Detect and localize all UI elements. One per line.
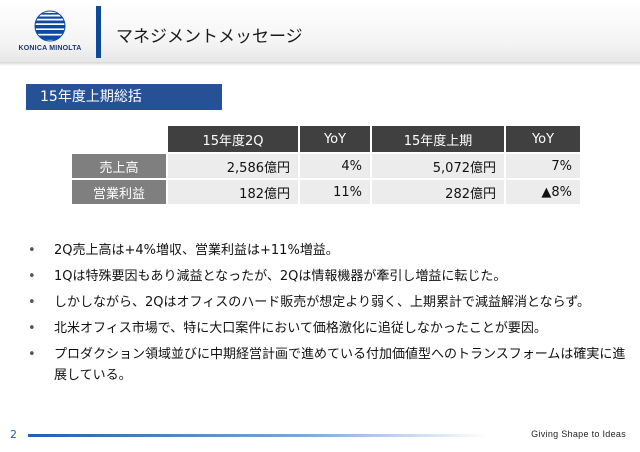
- bullet-text: 2Q売上高は+4%増収、営業利益は+11%増益。: [54, 243, 339, 258]
- bullet-marker: •: [28, 321, 36, 336]
- page-number: 2: [10, 428, 17, 441]
- table-cell: ▲8%: [504, 178, 580, 204]
- list-item: • 北米オフィス市場で、特に大口案件において価格激化に追従しなかったことが要因。: [28, 318, 628, 339]
- row-label-operating-profit: 営業利益: [72, 178, 166, 204]
- table-cell: 11%: [298, 178, 370, 204]
- list-item: • プロダクション領域並びに中期経営計画で進めている付加価値型へのトランスフォーム…: [28, 344, 628, 386]
- header-divider: [96, 6, 101, 58]
- row-label-sales: 売上高: [72, 152, 166, 178]
- bullet-marker: •: [28, 295, 36, 310]
- table-corner-cell: [72, 126, 166, 152]
- footer-rule: [28, 434, 488, 437]
- bullet-marker: •: [28, 269, 36, 284]
- table-cell: 2,586億円: [166, 152, 298, 178]
- column-header-2q: 15年度2Q: [166, 126, 298, 152]
- company-name: KONICA MINOLTA: [18, 45, 82, 52]
- table-cell: 282億円: [370, 178, 504, 204]
- table-cell: 4%: [298, 152, 370, 178]
- company-logo: KONICA MINOLTA: [10, 10, 90, 56]
- list-item: • 2Q売上高は+4%増収、営業利益は+11%増益。: [28, 240, 628, 261]
- tagline: Giving Shape to Ideas: [531, 429, 626, 439]
- table-cell: 182億円: [166, 178, 298, 204]
- bullet-marker: •: [28, 347, 36, 362]
- bullet-text: しかしながら、2Qはオフィスのハード販売が想定より弱く、上期累計で減益解消となら…: [54, 295, 591, 310]
- results-table: 15年度2Q YoY 15年度上期 YoY 売上高 2,586億円 4% 5,0…: [72, 126, 580, 204]
- table-row: 売上高 2,586億円 4% 5,072億円 7%: [72, 152, 580, 178]
- table-cell: 7%: [504, 152, 580, 178]
- globe-logo-icon: [34, 10, 66, 42]
- bullet-list: • 2Q売上高は+4%増収、営業利益は+11%増益。 • 1Qは特殊要因もあり減益と…: [28, 240, 628, 391]
- header-shadow: [0, 62, 640, 66]
- table-row: 営業利益 182億円 11% 282億円 ▲8%: [72, 178, 580, 204]
- bullet-text: プロダクション領域並びに中期経営計画で進めている付加価値型へのトランスフォームは…: [54, 347, 626, 383]
- column-header-yoy-first-half: YoY: [504, 126, 580, 152]
- bullet-marker: •: [28, 243, 36, 258]
- bullet-text: 1Qは特殊要因もあり減益となったが、2Qは情報機器が牽引し増益に転じた。: [54, 269, 507, 284]
- list-item: • しかしながら、2Qはオフィスのハード販売が想定より弱く、上期累計で減益解消とな…: [28, 292, 628, 313]
- column-header-first-half: 15年度上期: [370, 126, 504, 152]
- section-label: 15年度上期総括: [26, 84, 222, 110]
- table-header-row: 15年度2Q YoY 15年度上期 YoY: [72, 126, 580, 152]
- page-title: マネジメントメッセージ: [116, 27, 303, 47]
- table-cell: 5,072億円: [370, 152, 504, 178]
- column-header-yoy-2q: YoY: [298, 126, 370, 152]
- list-item: • 1Qは特殊要因もあり減益となったが、2Qは情報機器が牽引し増益に転じた。: [28, 266, 628, 287]
- bullet-text: 北米オフィス市場で、特に大口案件において価格激化に追従しなかったことが要因。: [54, 321, 547, 336]
